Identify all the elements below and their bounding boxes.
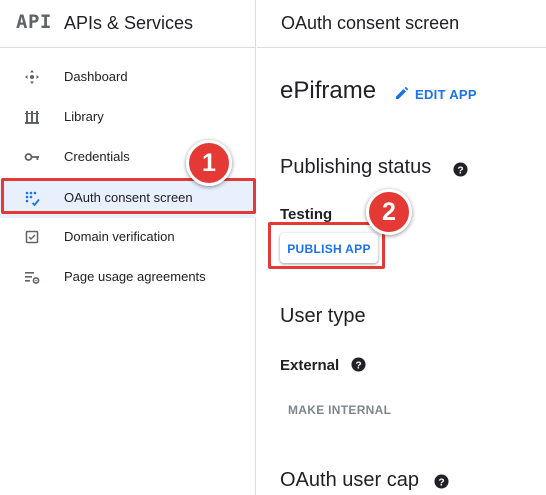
sidebar-header: API APIs & Services [0,0,256,48]
checkbox-icon [25,230,39,244]
library-icon [25,111,39,124]
user-type-value: External [280,357,340,374]
sidebar-item-label: Credentials [64,149,130,164]
sidebar-item-label: Library [64,109,104,124]
help-icon[interactable]: ? [434,474,449,489]
svg-text:?: ? [457,165,463,176]
page-title: OAuth consent screen [281,13,460,33]
highlight-box-publish [268,222,385,269]
page: API APIs & Services Dashboard Library Cr… [0,0,546,495]
sidebar-item-page-usage-agreements[interactable]: Page usage agreements [0,257,256,297]
app-name: ePiframe [280,77,377,104]
sidebar: API APIs & Services Dashboard Library Cr… [0,0,256,495]
svg-text:?: ? [438,477,444,488]
sidebar-item-label: Dashboard [64,69,128,84]
sidebar-item-dashboard[interactable]: Dashboard [0,57,256,97]
annotation-badge-2: 2 [366,189,412,235]
make-internal-button[interactable]: MAKE INTERNAL [288,403,391,417]
edit-app-label: EDIT APP [415,87,477,102]
user-type-heading: User type [280,305,366,327]
svg-text:?: ? [355,360,361,371]
annotation-badge-1: 1 [186,140,232,186]
key-icon [24,153,39,161]
sidebar-item-label: Page usage agreements [64,269,206,284]
oauth-user-cap-heading: OAuth user cap [280,469,419,491]
dashboard-icon [25,70,39,84]
api-logo: API [16,11,52,33]
help-icon[interactable]: ? [453,162,468,177]
pencil-icon [396,86,409,99]
sidebar-item-domain-verification[interactable]: Domain verification [0,217,256,257]
publishing-status-value: Testing [280,206,333,223]
sidebar-item-label: Domain verification [64,229,175,244]
publishing-status-heading: Publishing status [280,156,432,178]
main-header: OAuth consent screen [257,0,546,48]
settings-list-icon [25,272,40,284]
sidebar-title[interactable]: APIs & Services [64,13,193,34]
sidebar-item-library[interactable]: Library [0,97,256,137]
help-icon[interactable]: ? [351,357,366,372]
